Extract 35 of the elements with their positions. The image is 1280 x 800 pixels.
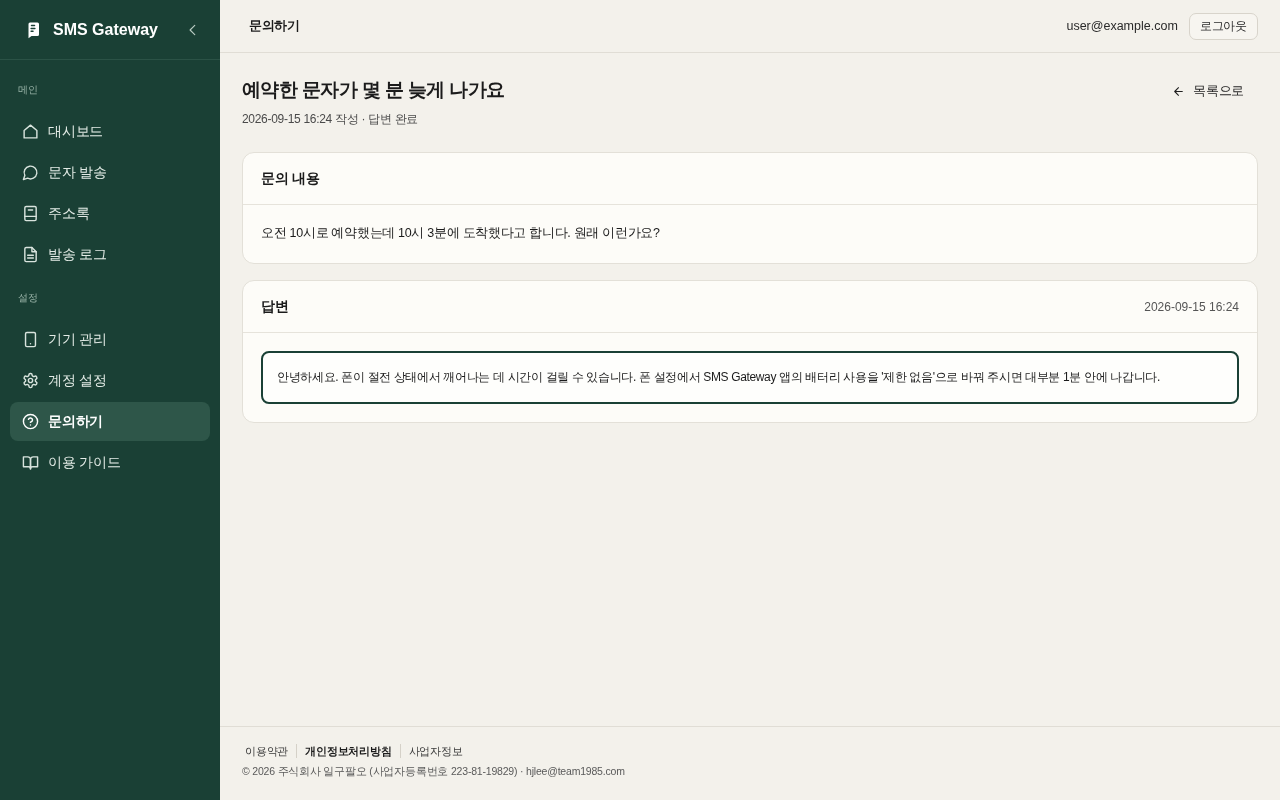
card-heading: 답변	[261, 297, 289, 316]
nav-item[interactable]: 대시보드	[10, 112, 210, 151]
help-circle-icon	[22, 413, 39, 430]
footer-link[interactable]: 개인정보처리방침	[296, 744, 400, 758]
nav-section-label: 메인	[17, 83, 39, 97]
app-name: SMS Gateway	[53, 20, 159, 39]
chat-bubble-icon	[22, 164, 39, 181]
nav-item[interactable]: 주소록	[10, 194, 210, 233]
nav-item[interactable]: 문자 발송	[10, 153, 210, 192]
nav-item[interactable]: 기기 관리	[10, 320, 210, 359]
back-link[interactable]: 목록으로	[1172, 79, 1258, 104]
nav-item[interactable]: 이용 가이드	[10, 443, 210, 482]
home-icon	[22, 123, 39, 140]
book-icon	[22, 205, 39, 222]
inquiry-meta: 2026-09-15 16:24 작성 · 답변 완료	[242, 111, 419, 128]
smartphone-icon	[22, 331, 39, 348]
nav-item[interactable]: 발송 로그	[10, 235, 210, 274]
footer-link[interactable]: 사업자정보	[399, 744, 471, 758]
nav-item[interactable]: 문의하기	[10, 402, 210, 441]
document-icon	[22, 246, 39, 263]
card-heading: 문의 내용	[261, 169, 320, 188]
logout-button[interactable]: 로그아웃	[1188, 12, 1258, 40]
arrow-left-icon	[1172, 85, 1186, 98]
settings-icon	[22, 372, 39, 389]
answer-date: 2026-09-15 16:24	[1144, 299, 1239, 314]
inquiry-title: 예약한 문자가 몇 분 늦게 나가요	[242, 78, 505, 102]
footer-link[interactable]: 이용약관	[242, 744, 297, 758]
copyright-text: © 2026 주식회사 일구팔오 (사업자등록번호 223-81-19829) · hjlee@team1985.com	[242, 765, 626, 779]
nav-item[interactable]: 계정 설정	[10, 361, 210, 400]
question-text: 오전 10시로 예약했는데 10시 3분에 도착했다고 합니다. 원래 이런가요?	[261, 225, 661, 242]
open-book-icon	[22, 454, 39, 471]
answer-message: 안녕하세요. 폰이 절전 상태에서 깨어나는 데 시간이 걸릴 수 있습니다. 폰 설정에서 SMS Gateway 앱의 배터리 사용을 '제한 없음'으로 바꿔 주시면 대부분 1분 안에 나갑니다.	[261, 351, 1239, 404]
page-title: 문의하기	[249, 17, 300, 35]
nav-section-label: 설정	[17, 291, 39, 305]
user-email: user@example.com	[1066, 19, 1178, 33]
